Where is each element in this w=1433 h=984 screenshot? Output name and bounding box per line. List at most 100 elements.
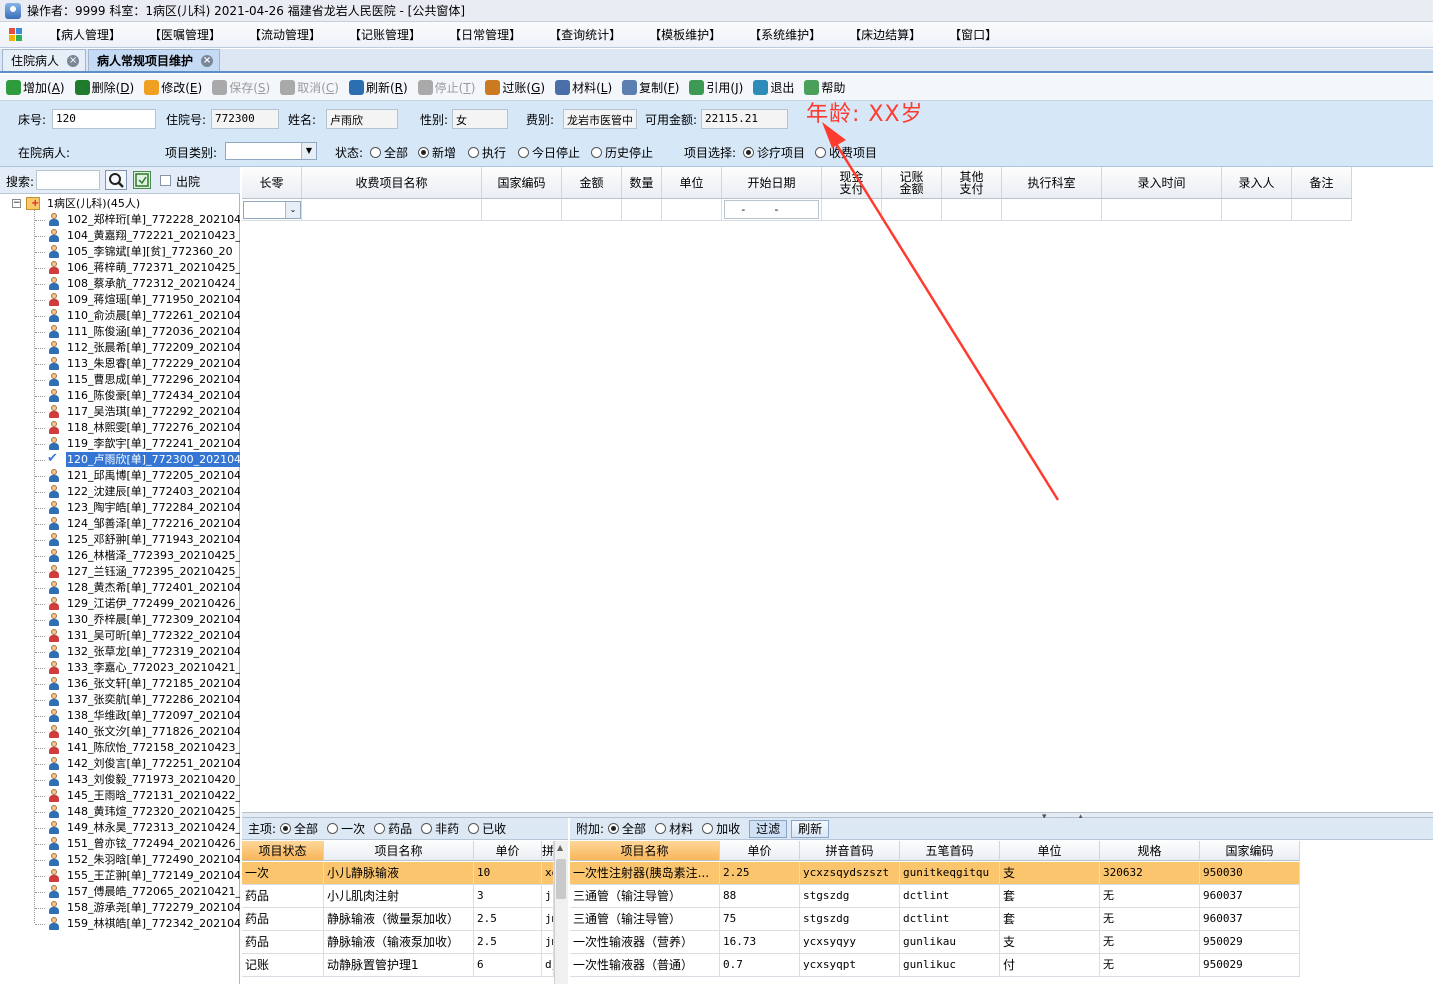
tree-patient-row[interactable]: 125_邓舒翀[单]_771943_2021042: [0, 532, 240, 548]
tree-patient-row[interactable]: 127_兰钰涵_772395_20210425_新: [0, 564, 240, 580]
tree-patient-row[interactable]: 143_刘俊毅_771973_20210420_义: [0, 772, 240, 788]
tree-patient-row[interactable]: 123_陶宇皓[单]_772284_2021042: [0, 500, 240, 516]
search-input[interactable]: [36, 170, 100, 190]
column-header-2[interactable]: 拼音首码: [800, 841, 900, 861]
filter-button[interactable]: 过滤: [749, 819, 788, 838]
column-header-12[interactable]: 录入人: [1222, 167, 1292, 199]
tree-patient-row[interactable]: 109_蒋煊瑶[单]_771950_2021042: [0, 292, 240, 308]
column-header-3[interactable]: 五笔首码: [900, 841, 1000, 861]
toolbar-button-7[interactable]: 过账(G): [485, 79, 545, 96]
column-header-2[interactable]: 国家编码: [482, 167, 562, 199]
tree-patient-row[interactable]: 108_蔡承航_772312_20210424_义: [0, 276, 240, 292]
grid-cell[interactable]: [942, 199, 1002, 221]
tree-patient-row[interactable]: 155_王芷翀[单]_772149_2021042: [0, 868, 240, 884]
table-row[interactable]: 三通管（输注导管） 88 stgszdg dctlint 套无 960037: [570, 885, 1300, 908]
tree-patient-row[interactable]: 132_张草龙[单]_772319_2021042: [0, 644, 240, 660]
item-select-option-1[interactable]: 收费项目: [815, 144, 877, 161]
toolbar-button-4[interactable]: 取消(C): [280, 79, 339, 96]
menu-item-9[interactable]: 【窗口】: [935, 26, 1011, 43]
toolbar-button-3[interactable]: 保存(S): [212, 79, 270, 96]
table-row[interactable]: 药品小儿肌肉注射3jrz: [242, 885, 554, 908]
tree-patient-row[interactable]: 126_林楷泽_772393_20210425_新: [0, 548, 240, 564]
item-select-option-0[interactable]: 诊疗项目: [743, 144, 805, 161]
tree-patient-row[interactable]: 138_华维政[单]_772097_2021042: [0, 708, 240, 724]
vertical-scrollbar[interactable]: ▲: [554, 841, 568, 984]
toolbar-button-2[interactable]: 修改(E): [144, 79, 202, 96]
menu-item-5[interactable]: 【查询统计】: [535, 26, 635, 43]
tree-patient-row[interactable]: 133_李嘉心_772023_20210421_义: [0, 660, 240, 676]
menu-item-0[interactable]: 【病人管理】: [35, 26, 135, 43]
column-header-0[interactable]: 项目状态: [242, 841, 324, 861]
tree-patient-row[interactable]: 119_李歆宇[单]_772241_2021042: [0, 436, 240, 452]
table-row[interactable]: 一次性注射器(胰岛素注... 2.25 ycxzsqydszszt gunitkeqg…: [570, 862, 1300, 885]
status-option-3[interactable]: 今日停止: [518, 144, 580, 161]
refresh-list-button[interactable]: [133, 171, 151, 189]
grid-cell[interactable]: [822, 199, 882, 221]
search-button[interactable]: [105, 170, 127, 190]
tree-patient-row[interactable]: 111_陈俊涵[单]_772036_2021042: [0, 324, 240, 340]
menu-item-6[interactable]: 【模板维护】: [635, 26, 735, 43]
tree-patient-row[interactable]: 141_陈欣怡_772158_20210423_新: [0, 740, 240, 756]
column-header-1[interactable]: 项目名称: [324, 841, 474, 861]
column-header-3[interactable]: 金额: [562, 167, 622, 199]
tree-patient-row[interactable]: 157_傅晨皓_772065_20210421_义: [0, 884, 240, 900]
item-type-select[interactable]: ▼: [225, 142, 317, 160]
tree-patient-row[interactable]: 104_黄嘉翔_772221_20210423_义: [0, 228, 240, 244]
column-header-0[interactable]: 长零: [242, 167, 302, 199]
toolbar-button-5[interactable]: 刷新(R): [348, 79, 408, 96]
status-option-0[interactable]: 全部: [370, 144, 408, 161]
tree-patient-row[interactable]: 159_林祺皓[单]_772342_2021042: [0, 916, 240, 932]
tree-patient-row[interactable]: 122_沈建辰[单]_772403_2021042: [0, 484, 240, 500]
column-header-9[interactable]: 其他 支付: [942, 167, 1002, 199]
tree-patient-row[interactable]: 106_蒋梓萌_772371_20210425_新: [0, 260, 240, 276]
tree-patient-row[interactable]: 145_王雨晗_772131_20210422_新: [0, 788, 240, 804]
tree-patient-row[interactable]: 112_张晨希[单]_772209_2021042: [0, 340, 240, 356]
long-temp-select[interactable]: ⌄: [243, 201, 301, 219]
table-row[interactable]: 药品静脉输液（微量泵加收）2.5jms: [242, 908, 554, 931]
tree-patient-row[interactable]: 142_刘俊言[单]_772251_2021042: [0, 756, 240, 772]
column-header-5[interactable]: 规格: [1100, 841, 1200, 861]
status-option-4[interactable]: 历史停止: [591, 144, 653, 161]
main-filter-option-1[interactable]: 一次: [327, 820, 365, 837]
toolbar-button-11[interactable]: 退出: [753, 79, 794, 96]
column-header-1[interactable]: 收费项目名称: [302, 167, 482, 199]
grid-cell[interactable]: [1102, 199, 1222, 221]
grid-cell[interactable]: [662, 199, 722, 221]
column-header-2[interactable]: 单价: [474, 841, 542, 861]
tree-patient-row[interactable]: 128_黄杰希[单]_772401_2021042: [0, 580, 240, 596]
column-header-4[interactable]: 单位: [1000, 841, 1100, 861]
tree-patient-row[interactable]: 121_邱禹博[单]_772205_2021042: [0, 468, 240, 484]
tree-patient-row[interactable]: 149_林永昊_772313_20210424_新: [0, 820, 240, 836]
tree-patient-row[interactable]: 124_邹善泽[单]_772216_2021042: [0, 516, 240, 532]
table-row[interactable]: 一次性输液器（营养） 16.73 ycxsyqyy gunlikau 支无 950029: [570, 931, 1300, 954]
table-row[interactable]: 三通管（输注导管） 75 stgszdg dctlint 套无 960037: [570, 908, 1300, 931]
tree-patient-row[interactable]: 148_黄玮煊_772320_20210425_新: [0, 804, 240, 820]
column-header-6[interactable]: 国家编码: [1200, 841, 1300, 861]
close-icon[interactable]: ×: [67, 54, 80, 67]
grid-cell[interactable]: [882, 199, 942, 221]
menu-item-2[interactable]: 【流动管理】: [235, 26, 335, 43]
tree-patient-row[interactable]: ✔ 120_卢雨欣[单]_772300_2021042: [0, 452, 240, 468]
tree-patient-row[interactable]: 116_陈俊豪[单]_772434_2021042: [0, 388, 240, 404]
grid-cell[interactable]: [302, 199, 482, 221]
menu-item-3[interactable]: 【记账管理】: [335, 26, 435, 43]
column-header-5[interactable]: 单位: [662, 167, 722, 199]
tree-patient-row[interactable]: 152_朱羽晗[单]_772490_2021042: [0, 852, 240, 868]
main-filter-option-4[interactable]: 已收: [468, 820, 506, 837]
collapse-icon[interactable]: −: [12, 199, 21, 208]
table-row[interactable]: 一次性输液器（普通） 0.7 ycxsyqpt gunlikuc 付无 950029: [570, 954, 1300, 977]
attach-filter-option-0[interactable]: 全部: [608, 820, 646, 837]
toolbar-button-0[interactable]: 增加(A): [6, 79, 65, 96]
attach-filter-option-1[interactable]: 材料: [655, 820, 693, 837]
main-filter-option-3[interactable]: 非药: [421, 820, 459, 837]
menu-item-4[interactable]: 【日常管理】: [435, 26, 535, 43]
tab-0[interactable]: 住院病人 ×: [2, 49, 87, 71]
column-header-4[interactable]: 数量: [622, 167, 662, 199]
attach-filter-option-2[interactable]: 加收: [702, 820, 740, 837]
tree-patient-row[interactable]: 136_张文轩[单]_772185_2021042: [0, 676, 240, 692]
table-row[interactable]: 药品静脉输液（输液泵加收）2.5jms: [242, 931, 554, 954]
grid-cell[interactable]: [622, 199, 662, 221]
main-filter-option-2[interactable]: 药品: [374, 820, 412, 837]
tree-patient-row[interactable]: 151_曾亦铉_772494_20210426_新: [0, 836, 240, 852]
tree-patient-row[interactable]: 131_吴可昕[单]_772322_2021042: [0, 628, 240, 644]
